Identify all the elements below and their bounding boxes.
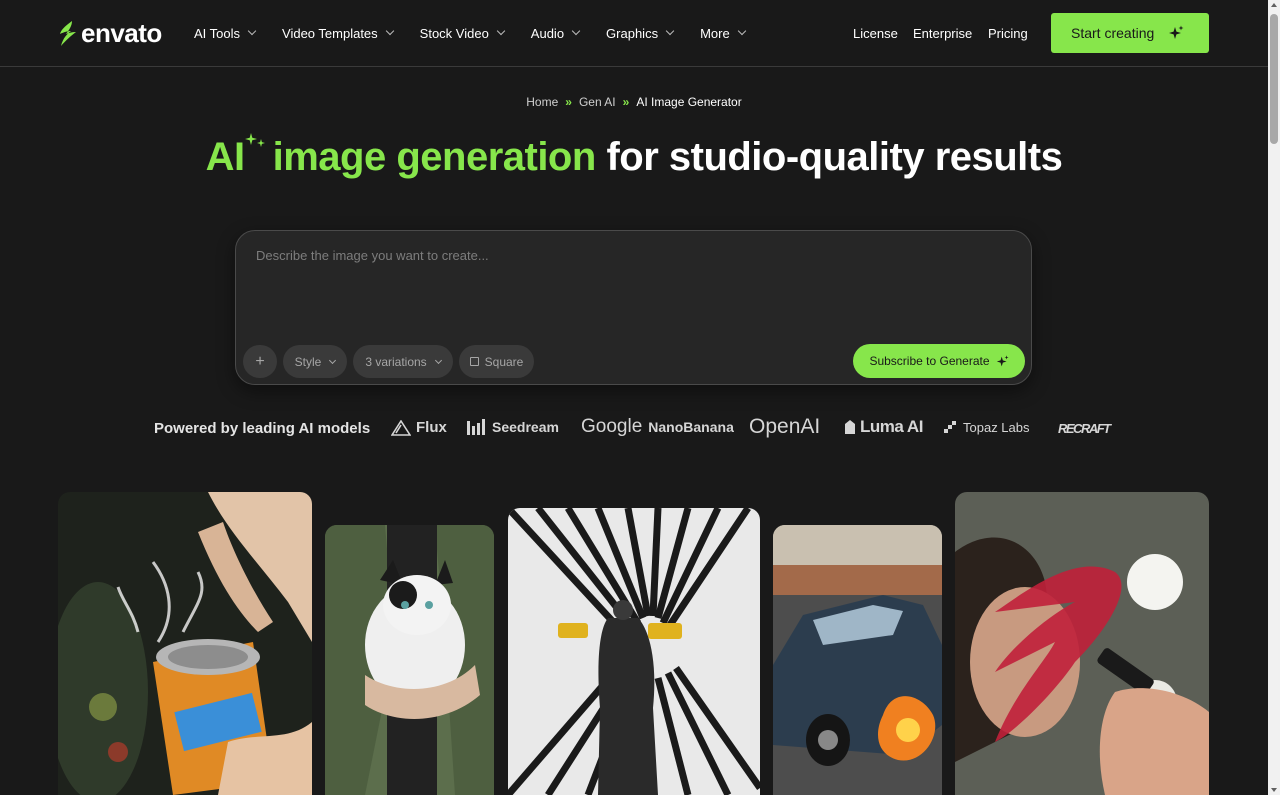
openai-text: OpenAI bbox=[749, 415, 821, 438]
page-title: AI image generation for studio-quality r… bbox=[0, 133, 1268, 180]
street-image bbox=[508, 508, 760, 795]
title-ai: AI bbox=[205, 135, 246, 179]
topaz-labs-logo: Topaz Labs bbox=[944, 420, 1030, 435]
recraft-text: RECRAFT bbox=[1058, 421, 1111, 436]
style-dropdown[interactable]: Style bbox=[283, 345, 347, 378]
chevron-down-icon bbox=[247, 26, 257, 36]
chevron-down-icon bbox=[434, 356, 442, 364]
main-menu: AI Tools Video Templates Stock Video Aud… bbox=[194, 24, 772, 42]
prompt-panel: + Style 3 variations Square Subscribe to… bbox=[235, 230, 1032, 385]
cat-image bbox=[325, 525, 494, 795]
topaz-dots-icon bbox=[944, 421, 956, 433]
sparkle-icon bbox=[244, 133, 265, 147]
pricing-link[interactable]: Pricing bbox=[988, 26, 1028, 41]
variations-label: 3 variations bbox=[365, 354, 427, 369]
breadcrumb: Home » Gen AI » AI Image Generator bbox=[0, 95, 1268, 109]
gallery-image-lipstick[interactable] bbox=[955, 492, 1209, 795]
style-label: Style bbox=[294, 354, 322, 369]
scroll-down-arrow-icon[interactable] bbox=[1271, 788, 1277, 792]
chevron-down-icon bbox=[496, 26, 506, 36]
car-image bbox=[773, 525, 942, 795]
start-creating-label: Start creating bbox=[1071, 25, 1155, 41]
breadcrumb-gen-ai[interactable]: Gen AI bbox=[579, 95, 616, 109]
sparkle-icon bbox=[1169, 25, 1184, 39]
seedream-logo: Seedream bbox=[467, 419, 559, 435]
nav-video-templates[interactable]: Video Templates bbox=[282, 24, 394, 42]
chevron-down-icon bbox=[737, 26, 746, 36]
title-rest: for studio-quality results bbox=[606, 135, 1063, 179]
gallery-image-car[interactable] bbox=[773, 525, 942, 795]
page-scrollbar[interactable] bbox=[1268, 0, 1280, 795]
flux-text: Flux bbox=[416, 419, 447, 436]
add-reference-button[interactable]: + bbox=[243, 345, 277, 378]
chevron-down-icon bbox=[329, 356, 337, 364]
luma-ai-logo: Luma AI bbox=[844, 417, 923, 437]
google-text: Google bbox=[581, 416, 643, 437]
luma-icon bbox=[845, 420, 855, 434]
powered-by-label: Powered by leading AI models bbox=[154, 420, 371, 437]
nav-label: More bbox=[700, 25, 730, 41]
chevron-down-icon bbox=[385, 26, 394, 36]
square-icon bbox=[469, 357, 479, 366]
title-image-generation: image generation bbox=[272, 135, 597, 179]
nav-label: Graphics bbox=[606, 25, 659, 41]
top-navigation: envato AI Tools Video Templates Stock Vi… bbox=[0, 0, 1268, 67]
variations-dropdown[interactable]: 3 variations bbox=[353, 345, 453, 378]
nav-label: Video Templates bbox=[282, 25, 378, 41]
aspect-ratio-button[interactable]: Square bbox=[459, 345, 534, 378]
logo-wordmark: envato bbox=[81, 18, 162, 48]
nav-audio[interactable]: Audio bbox=[530, 24, 581, 42]
prompt-input[interactable] bbox=[256, 248, 1006, 263]
nanobanana-text: NanoBanana bbox=[648, 419, 734, 435]
soda-can-image bbox=[58, 492, 312, 795]
plus-icon: + bbox=[255, 352, 265, 370]
luma-text: Luma AI bbox=[860, 417, 923, 436]
start-creating-button[interactable]: Start creating bbox=[1051, 13, 1209, 53]
chevron-down-icon bbox=[665, 26, 675, 36]
envato-logo[interactable]: envato bbox=[58, 18, 162, 49]
generate-label: Subscribe to Generate bbox=[869, 354, 990, 368]
topaz-text: Topaz Labs bbox=[963, 420, 1030, 435]
nav-ai-tools[interactable]: AI Tools bbox=[194, 24, 257, 42]
gallery-image-street[interactable] bbox=[508, 508, 760, 795]
sparkle-icon bbox=[996, 354, 1009, 366]
gallery-image-soda-can[interactable] bbox=[58, 492, 312, 795]
flux-triangle-icon bbox=[391, 419, 411, 436]
nav-more[interactable]: More bbox=[700, 24, 746, 42]
recraft-logo: RECRAFT bbox=[1058, 421, 1111, 436]
nav-label: Stock Video bbox=[419, 25, 489, 41]
flux-logo: Flux bbox=[391, 419, 447, 436]
nav-label: AI Tools bbox=[194, 25, 241, 41]
breadcrumb-separator: » bbox=[565, 95, 572, 109]
lipstick-image bbox=[955, 492, 1209, 795]
seedream-text: Seedream bbox=[492, 419, 559, 435]
license-link[interactable]: License bbox=[853, 26, 898, 41]
envato-leaf-icon bbox=[60, 20, 76, 46]
enterprise-link[interactable]: Enterprise bbox=[913, 26, 972, 41]
nav-stock-video[interactable]: Stock Video bbox=[419, 24, 506, 42]
gallery-image-cat[interactable] bbox=[325, 525, 494, 795]
seedream-bars-icon bbox=[467, 419, 485, 435]
nav-graphics[interactable]: Graphics bbox=[606, 24, 675, 42]
subscribe-to-generate-button[interactable]: Subscribe to Generate bbox=[853, 344, 1025, 378]
scroll-up-arrow-icon[interactable] bbox=[1271, 3, 1277, 7]
aspect-label: Square bbox=[484, 354, 524, 369]
scrollbar-thumb[interactable] bbox=[1270, 14, 1278, 144]
chevron-down-icon bbox=[571, 26, 581, 36]
breadcrumb-current: AI Image Generator bbox=[636, 95, 742, 109]
breadcrumb-home[interactable]: Home bbox=[526, 95, 558, 109]
nav-label: Audio bbox=[530, 25, 565, 41]
google-nanobanana-logo: Google NanoBanana bbox=[581, 416, 734, 438]
breadcrumb-separator: » bbox=[622, 95, 630, 109]
openai-logo: OpenAI bbox=[749, 415, 820, 439]
